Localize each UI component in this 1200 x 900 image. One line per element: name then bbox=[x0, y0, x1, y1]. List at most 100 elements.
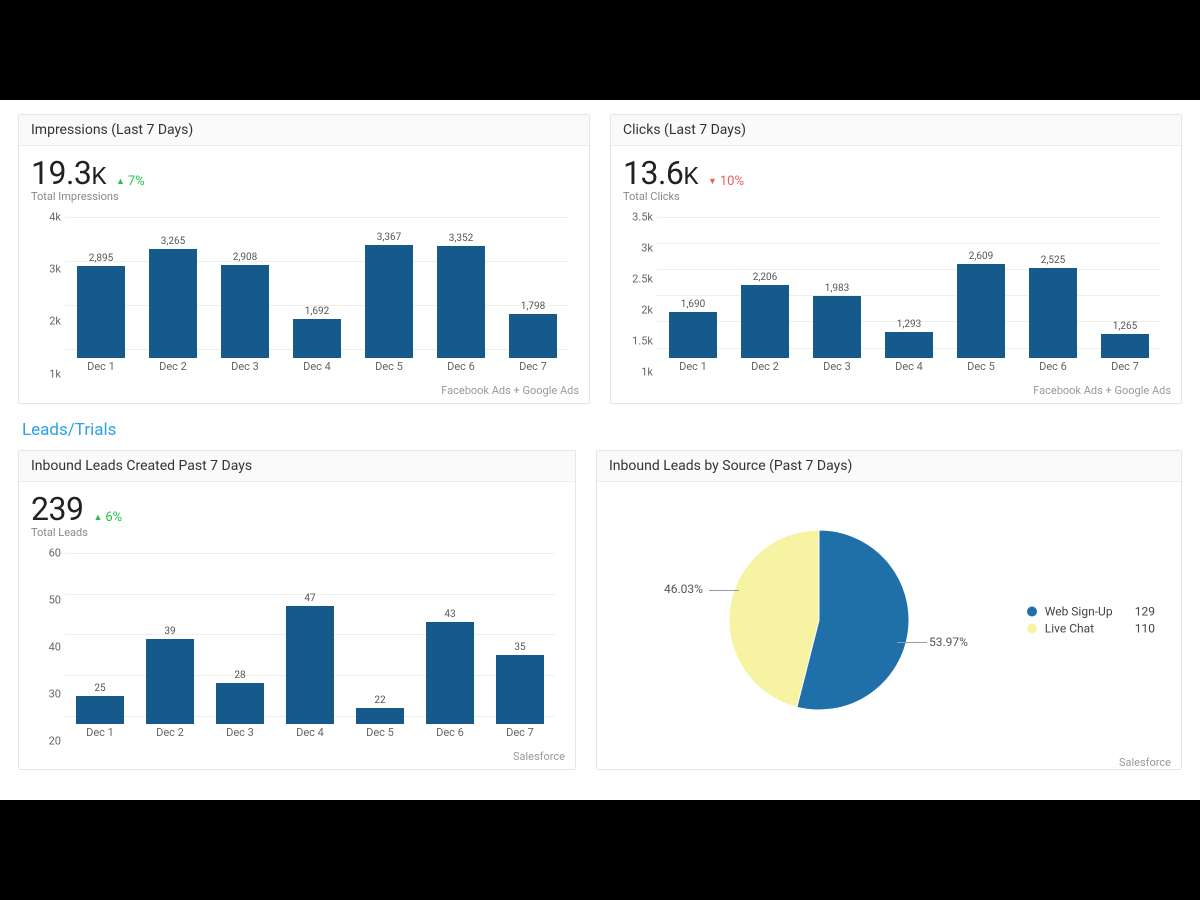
card-leads: Inbound Leads Created Past 7 Days 239 ▲6… bbox=[18, 450, 576, 770]
y-tick: 2.5k bbox=[623, 272, 653, 285]
bar bbox=[221, 265, 270, 358]
y-tick: 30 bbox=[31, 687, 61, 700]
bar bbox=[216, 683, 264, 724]
bar-value-label: 22 bbox=[374, 695, 385, 706]
bar-value-label: 3,367 bbox=[377, 232, 401, 243]
bar-value-label: 1,983 bbox=[825, 283, 849, 294]
y-tick: 60 bbox=[31, 547, 61, 560]
y-tick: 1k bbox=[31, 367, 61, 380]
bar-value-label: 35 bbox=[514, 642, 525, 653]
legend-swatch-icon bbox=[1027, 624, 1037, 634]
x-tick: Dec 1 bbox=[65, 360, 137, 378]
bar bbox=[356, 708, 404, 724]
metric-value: 239 bbox=[31, 490, 83, 528]
y-tick: 2k bbox=[31, 315, 61, 328]
pie-pct-label: 53.97% bbox=[929, 635, 968, 649]
bar bbox=[293, 319, 342, 358]
x-tick: Dec 7 bbox=[485, 726, 555, 744]
y-tick: 20 bbox=[31, 734, 61, 747]
card-title: Inbound Leads Created Past 7 Days bbox=[19, 451, 575, 482]
triangle-up-icon: ▲ bbox=[93, 512, 102, 523]
x-tick: Dec 6 bbox=[415, 726, 485, 744]
bar-value-label: 1,798 bbox=[521, 301, 545, 312]
bar-value-label: 47 bbox=[304, 593, 315, 604]
y-tick: 40 bbox=[31, 640, 61, 653]
bar bbox=[669, 312, 718, 358]
legend-value: 110 bbox=[1135, 622, 1155, 636]
card-footer: Facebook Ads + Google Ads bbox=[19, 382, 589, 403]
bar-value-label: 2,525 bbox=[1041, 255, 1065, 266]
metric-subtitle: Total Clicks bbox=[623, 190, 1169, 203]
card-footer: Salesforce bbox=[597, 754, 1181, 775]
bar-value-label: 3,352 bbox=[449, 233, 473, 244]
legend-label: Live Chat bbox=[1045, 622, 1127, 636]
bar-value-label: 3,265 bbox=[161, 236, 185, 247]
delta-up: ▲6% bbox=[93, 510, 122, 525]
y-tick: 3.5k bbox=[623, 211, 653, 224]
card-impressions: Impressions (Last 7 Days) 19.3K ▲7% Tota… bbox=[18, 114, 590, 404]
x-tick: Dec 7 bbox=[1089, 360, 1161, 378]
pie-pct-label: 46.03% bbox=[664, 582, 703, 596]
delta-up: ▲7% bbox=[116, 174, 145, 189]
y-tick: 50 bbox=[31, 593, 61, 606]
x-tick: Dec 3 bbox=[205, 726, 275, 744]
bar bbox=[957, 264, 1006, 358]
bar bbox=[885, 332, 934, 358]
x-tick: Dec 1 bbox=[657, 360, 729, 378]
card-footer: Salesforce bbox=[19, 748, 575, 769]
bar bbox=[496, 655, 544, 724]
y-tick: 3k bbox=[31, 263, 61, 276]
bar-value-label: 39 bbox=[164, 626, 175, 637]
bar-value-label: 2,609 bbox=[969, 251, 993, 262]
legend-item: Web Sign-Up129 bbox=[1027, 605, 1155, 619]
x-tick: Dec 2 bbox=[729, 360, 801, 378]
y-tick: 3k bbox=[623, 241, 653, 254]
card-clicks: Clicks (Last 7 Days) 13.6K ▼10% Total Cl… bbox=[610, 114, 1182, 404]
x-tick: Dec 1 bbox=[65, 726, 135, 744]
y-tick: 2k bbox=[623, 303, 653, 316]
bar bbox=[437, 246, 486, 358]
x-tick: Dec 5 bbox=[945, 360, 1017, 378]
legend-item: Live Chat 110 bbox=[1027, 622, 1155, 636]
x-tick: Dec 7 bbox=[497, 360, 569, 378]
x-tick: Dec 3 bbox=[801, 360, 873, 378]
bar-value-label: 2,908 bbox=[233, 252, 257, 263]
bar bbox=[286, 606, 334, 724]
metric-subtitle: Total Impressions bbox=[31, 190, 577, 203]
bar-value-label: 2,895 bbox=[89, 253, 113, 264]
card-title: Clicks (Last 7 Days) bbox=[611, 115, 1181, 146]
bar bbox=[426, 622, 474, 724]
bar bbox=[509, 314, 558, 358]
x-tick: Dec 4 bbox=[281, 360, 353, 378]
x-tick: Dec 4 bbox=[275, 726, 345, 744]
x-tick: Dec 2 bbox=[135, 726, 205, 744]
bar-chart-leads: 253928472243352030405060Dec 1Dec 2Dec 3D… bbox=[31, 547, 563, 744]
bar bbox=[77, 266, 126, 358]
bar bbox=[76, 696, 124, 725]
delta-down: ▼10% bbox=[708, 174, 744, 189]
x-tick: Dec 3 bbox=[209, 360, 281, 378]
bar bbox=[813, 296, 862, 358]
bar-chart-clicks: 1,6902,2061,9831,2932,6092,5251,2651k1.5… bbox=[623, 211, 1169, 378]
legend-label: Web Sign-Up bbox=[1045, 605, 1127, 619]
metric-value: 19.3K bbox=[31, 154, 106, 192]
card-title: Inbound Leads by Source (Past 7 Days) bbox=[597, 451, 1181, 482]
x-tick: Dec 2 bbox=[137, 360, 209, 378]
y-tick: 1k bbox=[623, 365, 653, 378]
x-tick: Dec 6 bbox=[1017, 360, 1089, 378]
bar bbox=[149, 249, 198, 358]
bar bbox=[1101, 334, 1150, 358]
bar bbox=[365, 245, 414, 358]
bar-value-label: 2,206 bbox=[753, 272, 777, 283]
x-tick: Dec 4 bbox=[873, 360, 945, 378]
card-footer: Facebook Ads + Google Ads bbox=[611, 382, 1181, 403]
dashboard-canvas: Impressions (Last 7 Days) 19.3K ▲7% Tota… bbox=[0, 100, 1200, 800]
section-title-leads: Leads/Trials bbox=[22, 420, 1182, 440]
bar-value-label: 1,265 bbox=[1113, 321, 1137, 332]
bar-value-label: 43 bbox=[444, 609, 455, 620]
metric-subtitle: Total Leads bbox=[31, 526, 563, 539]
y-tick: 4k bbox=[31, 211, 61, 224]
bar-value-label: 1,690 bbox=[681, 299, 705, 310]
bar bbox=[741, 285, 790, 358]
card-title: Impressions (Last 7 Days) bbox=[19, 115, 589, 146]
